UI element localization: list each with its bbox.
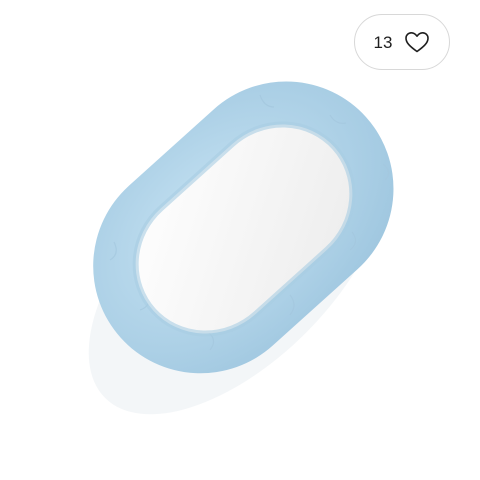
product-screen: 13	[0, 0, 480, 480]
product-photo[interactable]	[0, 0, 480, 480]
favorite-count: 13	[373, 32, 393, 52]
heart-outline-icon	[405, 31, 430, 53]
favorite-button[interactable]: 13	[354, 14, 450, 70]
